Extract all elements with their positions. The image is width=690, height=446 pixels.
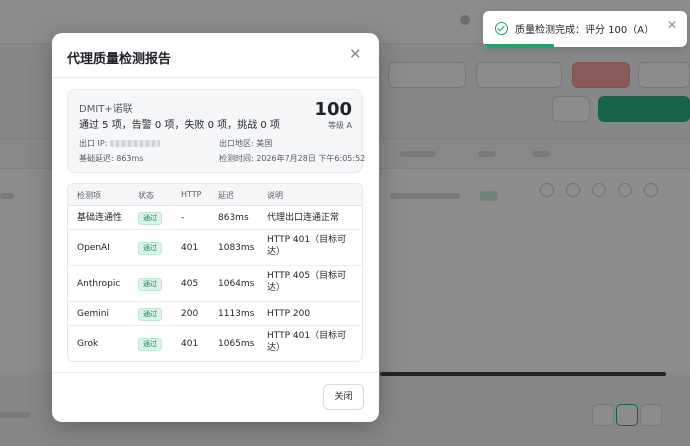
status-badge: 通过 [138, 212, 162, 225]
latency: 1083ms [218, 243, 255, 253]
check-results-table: 检测项 状态 HTTP 延迟 说明 基础连通性 通过 -863ms 代理出口连通正常 O… [67, 183, 363, 362]
quality-grade: 等级 A [327, 121, 352, 130]
close-icon[interactable]: ✕ [349, 47, 362, 62]
http-code: 401 [181, 243, 199, 253]
status-badge: 通过 [138, 278, 162, 291]
divider [52, 77, 379, 78]
latency: 863ms [218, 213, 249, 223]
exit-ip: 出口 IP: [79, 138, 161, 149]
check-time: 检测时间: 2026年7月28日 下午6:05:52 [219, 154, 366, 163]
latency: 1065ms [218, 339, 255, 349]
table-row: Anthropic 通过 405 1064ms HTTP 405（目标可达） [68, 266, 362, 302]
header-item: 检测项 [77, 191, 101, 200]
header-status: 状态 [138, 191, 154, 200]
header-http: HTTP [181, 190, 202, 199]
note: HTTP 405（目标可达） [267, 271, 347, 293]
check-item: 基础连通性 [77, 213, 123, 223]
note: HTTP 401（目标可达） [267, 331, 347, 353]
exit-ip-redacted [110, 140, 161, 147]
http-code: 200 [181, 309, 199, 319]
note: HTTP 401（目标可达） [267, 235, 347, 257]
quality-report-dialog: 代理质量检测报告 ✕ DMIT+诺联 通过 5 项，告警 0 项，失败 0 项，… [52, 33, 379, 422]
http-code: 401 [181, 339, 199, 349]
result-summary: 通过 5 项，告警 0 项，失败 0 项，挑战 0 项 [79, 120, 280, 131]
toast-message: 质量检测完成：评分 100（A） [515, 25, 655, 36]
check-item: Grok [77, 339, 99, 349]
quality-score: 100 [314, 99, 352, 120]
status-badge: 通过 [138, 308, 162, 321]
proxy-name: DMIT+诺联 [79, 104, 133, 115]
check-circle-icon [495, 22, 508, 35]
check-item: Anthropic [77, 279, 121, 289]
table-row: 基础连通性 通过 - 863ms 代理出口连通正常 [68, 206, 362, 230]
http-code: - [181, 213, 185, 223]
table-row: Gemini 通过 200 1113ms HTTP 200 [68, 302, 362, 326]
base-latency: 基础延迟: 863ms [79, 154, 144, 163]
table-row: Grok 通过 401 1065ms HTTP 401（目标可达） [68, 326, 362, 361]
exit-region: 出口地区: 美国 [219, 139, 273, 148]
table-row: OpenAI 通过 401 1083ms HTTP 401（目标可达） [68, 230, 362, 266]
exit-ip-label: 出口 IP: [79, 139, 108, 148]
dialog-title: 代理质量检测报告 [67, 52, 172, 67]
close-icon[interactable]: ✕ [667, 19, 677, 31]
success-toast: 质量检测完成：评分 100（A） ✕ [483, 11, 687, 47]
toast-progress-bar [483, 44, 555, 47]
http-code: 405 [181, 279, 199, 289]
note: HTTP 200 [267, 309, 311, 319]
close-button[interactable]: 关闭 [323, 384, 364, 410]
check-item: Gemini [77, 309, 109, 319]
header-latency: 延迟 [218, 191, 234, 200]
latency: 1113ms [218, 309, 255, 319]
summary-card: DMIT+诺联 通过 5 项，告警 0 项，失败 0 项，挑战 0 项 100 … [67, 89, 366, 173]
table-header: 检测项 状态 HTTP 延迟 说明 [68, 184, 362, 206]
header-note: 说明 [267, 191, 283, 200]
check-item: OpenAI [77, 243, 110, 253]
note: 代理出口连通正常 [267, 213, 340, 223]
status-badge: 通过 [138, 242, 162, 255]
latency: 1064ms [218, 279, 255, 289]
status-badge: 通过 [138, 338, 162, 351]
divider [52, 372, 379, 373]
